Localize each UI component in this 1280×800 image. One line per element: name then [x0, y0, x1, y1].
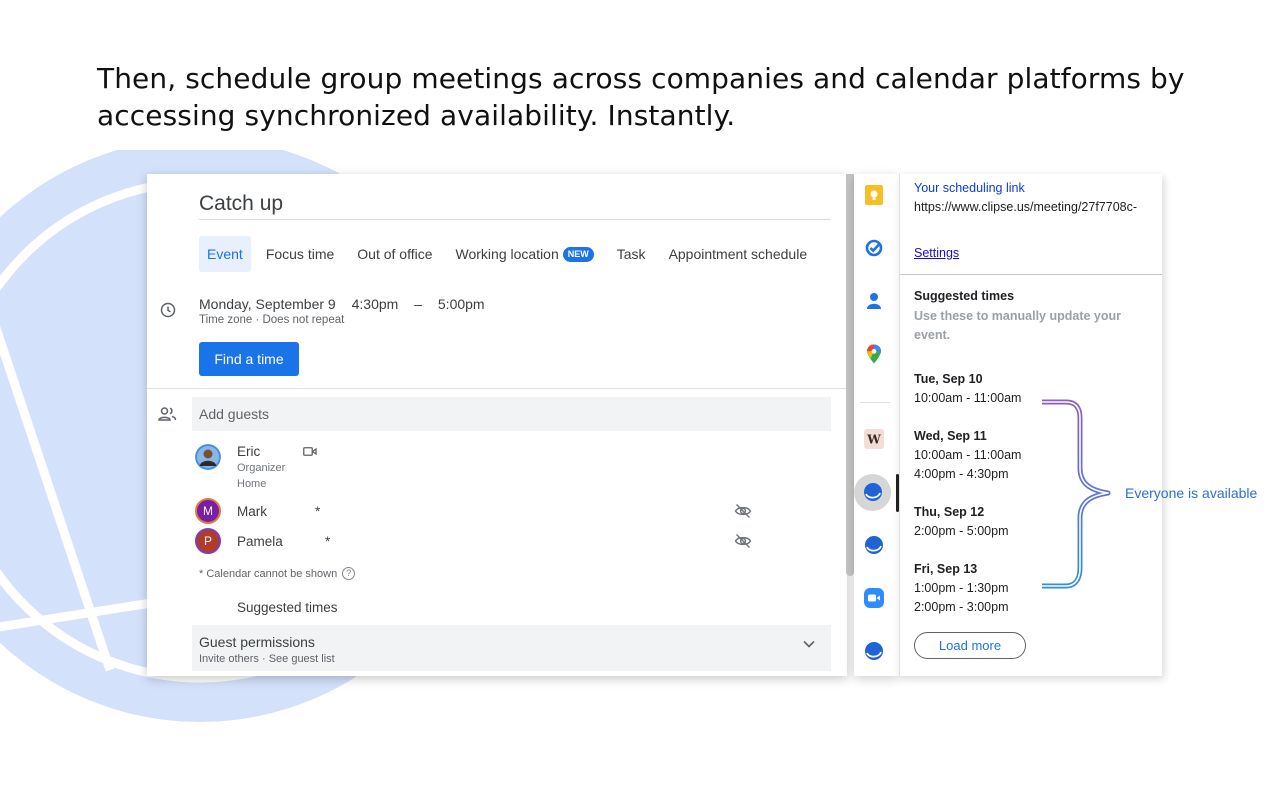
clipse-addon-icon-2[interactable]: [863, 534, 885, 556]
suggested-times-description: Use these to manually update your event.: [914, 309, 1121, 342]
scheduling-link-url[interactable]: https://www.clipse.us/meeting/27f7708c-: [914, 200, 1137, 214]
maps-icon[interactable]: [863, 343, 885, 365]
avatar: [195, 444, 221, 470]
w-addon-icon[interactable]: W: [863, 428, 885, 450]
side-app-strip: W: [854, 174, 899, 676]
find-a-time-button[interactable]: Find a time: [199, 342, 299, 376]
event-start-time[interactable]: 4:30pm: [352, 296, 399, 312]
time-slot[interactable]: 2:00pm - 5:00pm: [914, 522, 1009, 541]
suggested-times-link[interactable]: Suggested times: [237, 600, 338, 615]
load-more-button[interactable]: Load more: [914, 632, 1026, 659]
tab-event[interactable]: Event: [199, 236, 251, 272]
tab-label: Event: [207, 246, 243, 262]
time-dash: –: [414, 296, 422, 312]
keep-icon[interactable]: [863, 184, 885, 206]
video-camera-icon: [303, 447, 317, 456]
suggested-day: Wed, Sep 11 10:00am - 11:00am 4:00pm - 4…: [914, 427, 1021, 484]
svg-text:W: W: [866, 433, 881, 447]
everyone-available-label: Everyone is available: [1125, 485, 1258, 501]
scheduling-panel: Your scheduling link https://www.clipse.…: [899, 174, 1162, 676]
eye-off-icon[interactable]: [734, 533, 752, 549]
event-type-tabs: Event Focus time Out of office Working l…: [199, 236, 822, 272]
suggested-day: Tue, Sep 10 10:00am - 11:00am: [914, 370, 1021, 408]
time-slot[interactable]: 10:00am - 11:00am: [914, 446, 1021, 465]
settings-link[interactable]: Settings: [914, 246, 959, 260]
event-editor: Catch up Event Focus time Out of office …: [147, 174, 847, 676]
event-title-field[interactable]: Catch up: [199, 192, 831, 220]
guest-permissions-sub: Invite others · See guest list: [199, 653, 335, 665]
event-date[interactable]: Monday, September 9: [199, 296, 336, 312]
chevron-down-icon[interactable]: [803, 640, 815, 648]
avatar: P: [195, 528, 221, 554]
tab-focus-time[interactable]: Focus time: [258, 236, 342, 272]
suggested-day: Thu, Sep 12 2:00pm - 5:00pm: [914, 503, 1009, 541]
zoom-icon[interactable]: [863, 587, 885, 609]
tab-label: Out of office: [357, 246, 433, 262]
help-icon[interactable]: ?: [342, 567, 356, 580]
tab-working-location[interactable]: Working location NEW: [448, 236, 602, 272]
tab-label: Focus time: [265, 246, 335, 262]
tab-appointment-schedule[interactable]: Appointment schedule: [661, 236, 816, 272]
guest-permissions-section[interactable]: Guest permissions Invite others · See gu…: [192, 625, 831, 671]
timezone-repeat-line[interactable]: Time zone · Does not repeat: [199, 314, 344, 326]
calendar-cannot-be-shown-note: * Calendar cannot be shown ?: [199, 567, 356, 580]
divider: [900, 274, 1162, 275]
new-badge: NEW: [562, 246, 594, 262]
add-guests-input[interactable]: Add guests: [192, 397, 831, 431]
editor-scrollbar[interactable]: [846, 174, 854, 576]
curly-brace-annotation: [1042, 399, 1111, 589]
strip-divider: [860, 402, 890, 403]
calendar-note-text: * Calendar cannot be shown: [199, 567, 338, 580]
time-slot[interactable]: 1:00pm - 1:30pm: [914, 579, 1009, 598]
day-label: Wed, Sep 11: [914, 429, 987, 443]
guest-role: Organizer: [237, 462, 286, 474]
guest-name: Mark: [237, 504, 267, 519]
headline: Then, schedule group meetings across com…: [97, 62, 1185, 132]
calendar-hidden-mark: *: [325, 534, 331, 549]
clipse-addon-icon[interactable]: [862, 481, 884, 503]
suggested-day: Fri, Sep 13 1:00pm - 1:30pm 2:00pm - 3:0…: [914, 560, 1009, 617]
calendar-hidden-mark: *: [315, 504, 321, 519]
day-label: Fri, Sep 13: [914, 562, 978, 576]
guest-permissions-title: Guest permissions: [199, 634, 315, 650]
contacts-icon[interactable]: [863, 290, 885, 312]
day-label: Thu, Sep 12: [914, 505, 985, 519]
people-icon: [158, 407, 177, 421]
event-datetime[interactable]: Monday, September 9 4:30pm – 5:00pm: [199, 296, 485, 312]
day-label: Tue, Sep 10: [914, 372, 983, 386]
clock-icon: [160, 302, 176, 318]
tab-label: Task: [616, 246, 646, 262]
tasks-icon[interactable]: [863, 237, 885, 259]
guest-name: Pamela: [237, 534, 283, 549]
guest-location: Home: [237, 478, 267, 490]
tab-task[interactable]: Task: [609, 236, 654, 272]
event-end-time[interactable]: 5:00pm: [438, 296, 485, 312]
tab-label: Working location: [455, 246, 559, 262]
eye-off-icon[interactable]: [734, 503, 752, 519]
time-slot[interactable]: 10:00am - 11:00am: [914, 389, 1021, 408]
time-slot[interactable]: 2:00pm - 3:00pm: [914, 598, 1009, 617]
scheduling-link-label[interactable]: Your scheduling link: [914, 181, 1025, 195]
time-slot[interactable]: 4:00pm - 4:30pm: [914, 465, 1021, 484]
tab-out-of-office[interactable]: Out of office: [349, 236, 440, 272]
tab-label: Appointment schedule: [668, 246, 808, 262]
suggested-times-title: Suggested times: [914, 289, 1015, 303]
clipse-addon-icon-3[interactable]: [863, 640, 885, 662]
avatar: M: [195, 498, 221, 524]
guest-name: Eric: [237, 444, 261, 459]
divider: [147, 388, 847, 389]
